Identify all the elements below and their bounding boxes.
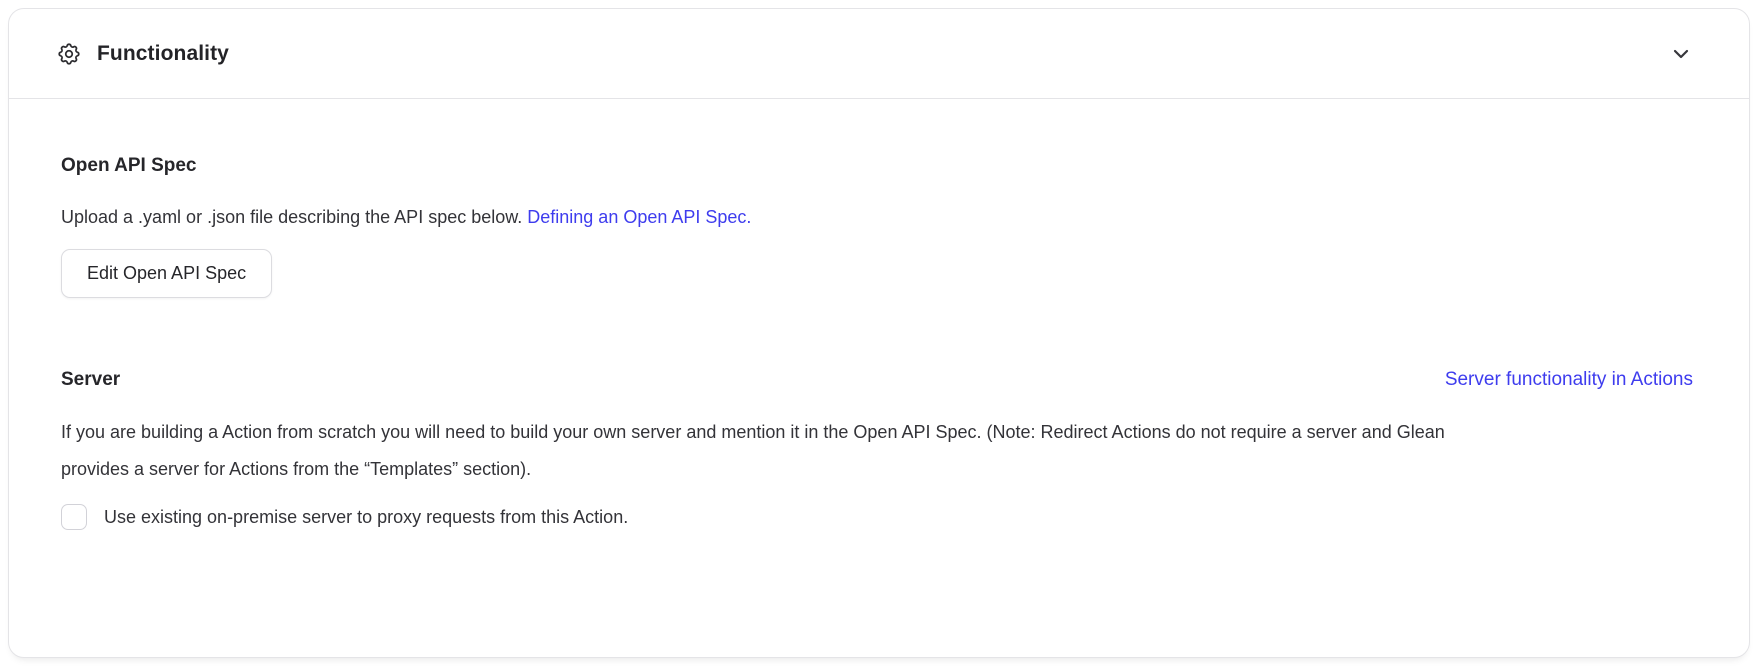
gear-icon	[56, 41, 82, 67]
functionality-card: Functionality Open API Spec Upload a .ya…	[8, 8, 1750, 658]
on-premise-server-checkbox-label: Use existing on-premise server to proxy …	[104, 504, 628, 530]
card-title: Functionality	[97, 42, 229, 66]
defining-open-api-spec-link[interactable]: Defining an Open API Spec.	[527, 207, 751, 227]
header-divider	[9, 98, 1749, 99]
functionality-card-header[interactable]: Functionality	[9, 9, 1749, 98]
on-premise-server-checkbox[interactable]	[61, 504, 87, 530]
server-heading: Server	[61, 368, 120, 392]
open-api-spec-description-text: Upload a .yaml or .json file describing …	[61, 207, 527, 227]
server-description: If you are building a Action from scratc…	[61, 414, 1516, 488]
chevron-down-icon[interactable]	[1669, 42, 1693, 66]
server-functionality-link[interactable]: Server functionality in Actions	[1445, 369, 1693, 391]
edit-open-api-spec-button[interactable]: Edit Open API Spec	[61, 249, 272, 298]
on-premise-server-checkbox-row[interactable]: Use existing on-premise server to proxy …	[61, 504, 1693, 530]
open-api-spec-heading: Open API Spec	[61, 154, 1693, 178]
open-api-spec-description: Upload a .yaml or .json file describing …	[61, 203, 1693, 231]
